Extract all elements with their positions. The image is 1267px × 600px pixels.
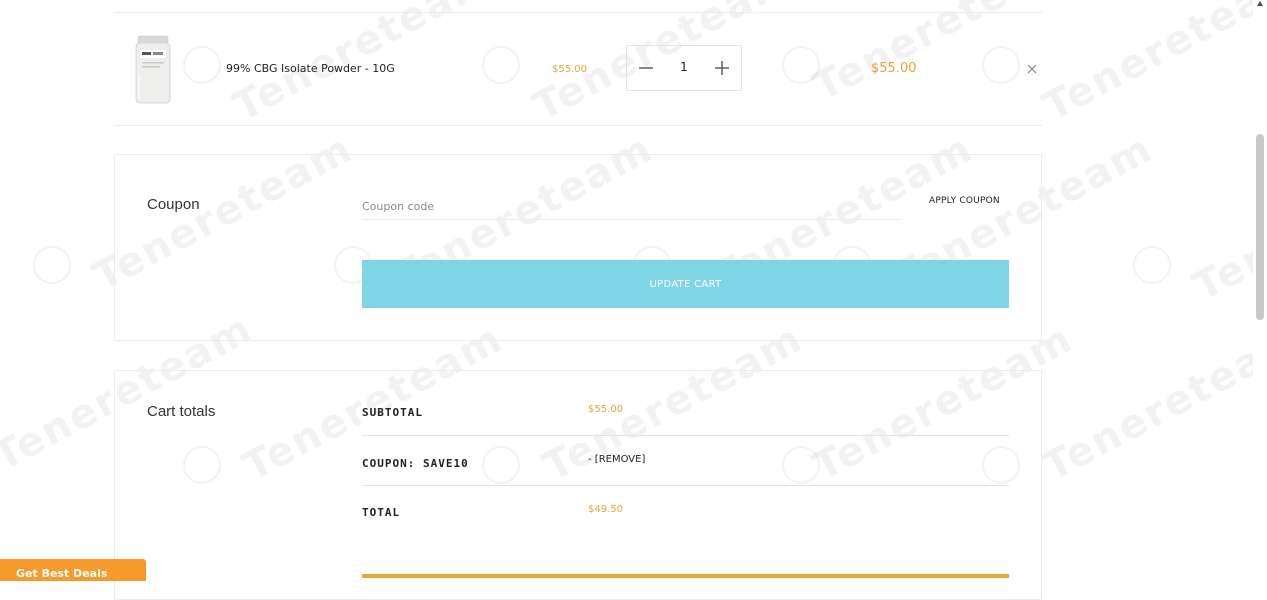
scrollbar-thumb[interactable]	[1256, 134, 1264, 320]
total-label: TOTAL	[362, 506, 401, 519]
watermark-text: Tenereteam	[1035, 315, 1267, 491]
watermark-logo-icon	[782, 46, 820, 84]
scroll-up-arrow-icon[interactable]	[1256, 0, 1264, 8]
coupon-panel	[114, 154, 1042, 341]
coupon-applied-label: COUPON: SAVE10	[362, 457, 469, 470]
watermark-logo-icon	[33, 246, 71, 284]
unit-price: $55.00	[552, 64, 587, 75]
update-cart-button[interactable]: UPDATE CART	[362, 260, 1009, 308]
line-total: $55.00	[871, 61, 917, 76]
close-icon[interactable]	[1025, 62, 1039, 76]
proceed-to-checkout-button[interactable]	[362, 574, 1009, 578]
watermark-logo-icon	[183, 46, 221, 84]
totals-divider	[362, 485, 1009, 486]
totals-divider	[362, 435, 1009, 436]
watermark-logo-icon	[1133, 246, 1171, 284]
watermark-text: Tenereteam	[1035, 0, 1267, 131]
watermark-logo-icon	[982, 46, 1020, 84]
quantity-stepper: 1	[626, 45, 742, 91]
watermark-logo-icon	[482, 46, 520, 84]
deals-widget-tab[interactable]: Get Best Deals	[0, 559, 146, 581]
remove-coupon-link[interactable]: - [REMOVE]	[588, 454, 645, 465]
row-divider	[114, 125, 1042, 126]
plus-icon[interactable]	[713, 59, 731, 77]
subtotal-label: SUBTOTAL	[362, 406, 423, 419]
total-value: $49.50	[588, 504, 623, 515]
coupon-code-input[interactable]	[362, 193, 900, 220]
subtotal-value: $55.00	[588, 404, 623, 415]
cart-totals-title: Cart totals	[147, 403, 216, 420]
apply-coupon-button[interactable]: APPLY COUPON	[929, 196, 1000, 206]
watermark-text: Tenereteam	[805, 0, 1081, 111]
row-divider	[114, 12, 1042, 13]
product-thumbnail[interactable]	[133, 34, 173, 106]
product-name-link[interactable]: 99% CBG Isolate Powder - 10G	[226, 62, 395, 75]
coupon-title: Coupon	[147, 196, 200, 213]
